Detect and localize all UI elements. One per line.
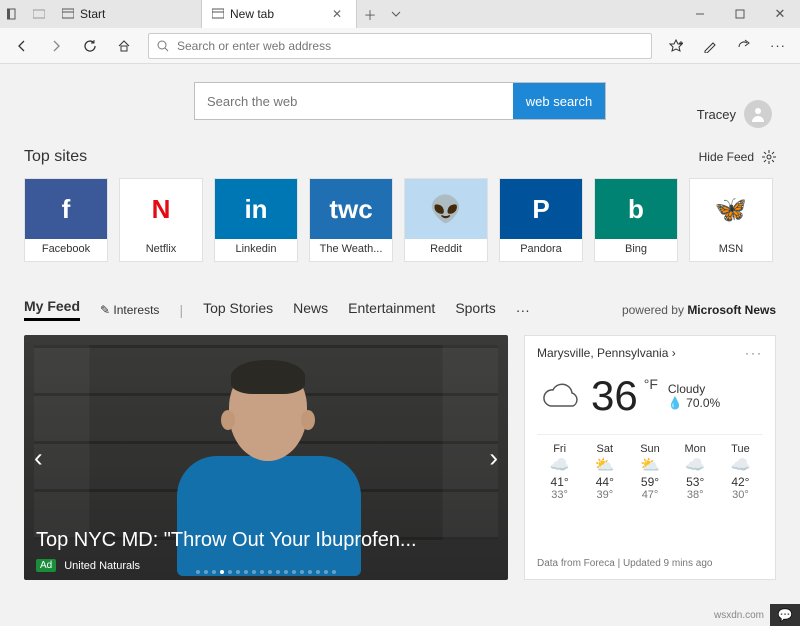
watermark: wsxdn.com (708, 608, 770, 623)
hero-pagination (196, 570, 336, 574)
tab-label: Start (80, 7, 105, 21)
raindrop-icon: 💧 (668, 396, 683, 410)
edit-interests-icon[interactable]: ✎ Interests (100, 303, 159, 317)
back-button[interactable] (6, 30, 38, 62)
search-icon (157, 40, 169, 52)
tile-label: Linkedin (236, 243, 277, 255)
new-tab-page: web search Tracey Top sites Hide Feed fF… (0, 64, 800, 590)
tab-fav-icon (212, 8, 224, 20)
top-sites-grid: f Facebook N Netflix in Linkedin twc The Weath.… (24, 178, 776, 262)
search-input[interactable] (195, 83, 513, 119)
tab-chevron-icon[interactable] (383, 0, 409, 28)
window-controls: ✕ (680, 0, 800, 28)
titlebar: Start New tab ✕ ＋ ✕ (0, 0, 800, 28)
tile-icon: P (500, 179, 582, 239)
hero-next-button[interactable]: › (485, 438, 502, 477)
top-sites-heading: Top sites (24, 148, 87, 166)
tile-icon: N (120, 179, 202, 239)
minimize-button[interactable] (680, 0, 720, 28)
feed-tab-myfeed[interactable]: My Feed (24, 298, 80, 321)
tile-icon: b (595, 179, 677, 239)
feed-tab-more[interactable]: ··· (516, 302, 530, 318)
feed-nav: My Feed ✎ Interests | Top Stories News E… (24, 298, 776, 321)
tab-aside-icon[interactable] (0, 0, 26, 28)
tile-label: Pandora (520, 243, 562, 255)
page-footer: wsxdn.com 💬 (708, 604, 800, 626)
hide-feed-link[interactable]: Hide Feed (699, 150, 754, 164)
forecast-day: Fri☁️41°33° (537, 443, 582, 501)
tile-icon: f (25, 179, 107, 239)
tile-label: The Weath... (320, 243, 383, 255)
forecast-day: Mon☁️53°38° (673, 443, 718, 501)
tile-icon: in (215, 179, 297, 239)
top-site-tile[interactable]: P Pandora (499, 178, 583, 262)
share-button[interactable] (728, 30, 760, 62)
tab-new[interactable]: New tab ✕ (202, 0, 357, 28)
forecast-row: Fri☁️41°33°Sat⛅44°39°Sun⛅59°47°Mon☁️53°3… (537, 434, 763, 501)
favorites-button[interactable] (660, 30, 692, 62)
weather-cond: Cloudy (668, 382, 705, 396)
user-badge[interactable]: Tracey (697, 100, 772, 128)
feed-tab-sports[interactable]: Sports (455, 300, 495, 320)
forecast-day: Sun⛅59°47° (627, 443, 672, 501)
weather-more-icon[interactable]: ··· (745, 346, 763, 360)
notes-button[interactable] (694, 30, 726, 62)
menu-button[interactable]: ··· (762, 30, 794, 62)
feed-tab-news[interactable]: News (293, 300, 328, 320)
close-window-button[interactable]: ✕ (760, 0, 800, 28)
web-search-button[interactable]: web search (513, 83, 605, 119)
weather-card[interactable]: Marysville, Pennsylvania › ··· 36 °F Clou… (524, 335, 776, 580)
address-bar[interactable]: Search or enter web address (148, 33, 652, 59)
chevron-right-icon: › (672, 346, 676, 360)
tab-label: New tab (230, 7, 274, 21)
hero-prev-button[interactable]: ‹ (30, 438, 47, 477)
hero-sponsor: United Naturals (64, 560, 140, 572)
home-button[interactable] (108, 30, 140, 62)
tile-icon: 🦋 (690, 179, 772, 239)
top-site-tile[interactable]: 👽 Reddit (404, 178, 488, 262)
top-site-tile[interactable]: 🦋 MSN (689, 178, 773, 262)
tab-start[interactable]: Start (52, 0, 202, 28)
weather-precip: 70.0% (686, 396, 720, 410)
forecast-day: Tue☁️42°30° (718, 443, 763, 501)
powered-by-label: powered by Microsoft News (622, 303, 776, 317)
settings-gear-icon[interactable] (762, 150, 776, 164)
close-tab-icon[interactable]: ✕ (328, 7, 346, 21)
tile-label: Facebook (42, 243, 90, 255)
address-placeholder: Search or enter web address (177, 39, 331, 53)
refresh-button[interactable] (74, 30, 106, 62)
web-search-box: web search (194, 82, 606, 120)
chat-icon[interactable]: 💬 (770, 604, 800, 626)
tile-label: Reddit (430, 243, 462, 255)
avatar-icon (744, 100, 772, 128)
user-name: Tracey (697, 107, 736, 122)
new-tab-button[interactable]: ＋ (357, 0, 383, 28)
weather-unit: °F (644, 376, 658, 392)
tile-label: Netflix (146, 243, 177, 255)
weather-temp: 36 (591, 372, 638, 420)
hero-headline: Top NYC MD: "Throw Out Your Ibuprofen... (36, 529, 417, 552)
tab-fav-icon (62, 8, 74, 20)
tile-label: MSN (719, 243, 743, 255)
weather-footer: Data from Foreca | Updated 9 mins ago (537, 558, 763, 569)
top-site-tile[interactable]: in Linkedin (214, 178, 298, 262)
top-site-tile[interactable]: twc The Weath... (309, 178, 393, 262)
weather-location: Marysville, Pennsylvania (537, 346, 668, 360)
top-site-tile[interactable]: f Facebook (24, 178, 108, 262)
tile-label: Bing (625, 243, 647, 255)
tile-icon: twc (310, 179, 392, 239)
forecast-day: Sat⛅44°39° (582, 443, 627, 501)
cloud-icon (537, 376, 585, 416)
top-site-tile[interactable]: N Netflix (119, 178, 203, 262)
toolbar: Search or enter web address ··· (0, 28, 800, 64)
tile-icon: 👽 (405, 179, 487, 239)
feed-tab-topstories[interactable]: Top Stories (203, 300, 273, 320)
top-site-tile[interactable]: b Bing (594, 178, 678, 262)
ad-badge: Ad (36, 559, 56, 572)
feed-tab-entertainment[interactable]: Entertainment (348, 300, 435, 320)
forward-button[interactable] (40, 30, 72, 62)
maximize-button[interactable] (720, 0, 760, 28)
hero-card[interactable]: ‹ › Top NYC MD: "Throw Out Your Ibuprofe… (24, 335, 508, 580)
tab-preview-icon[interactable] (26, 0, 52, 28)
